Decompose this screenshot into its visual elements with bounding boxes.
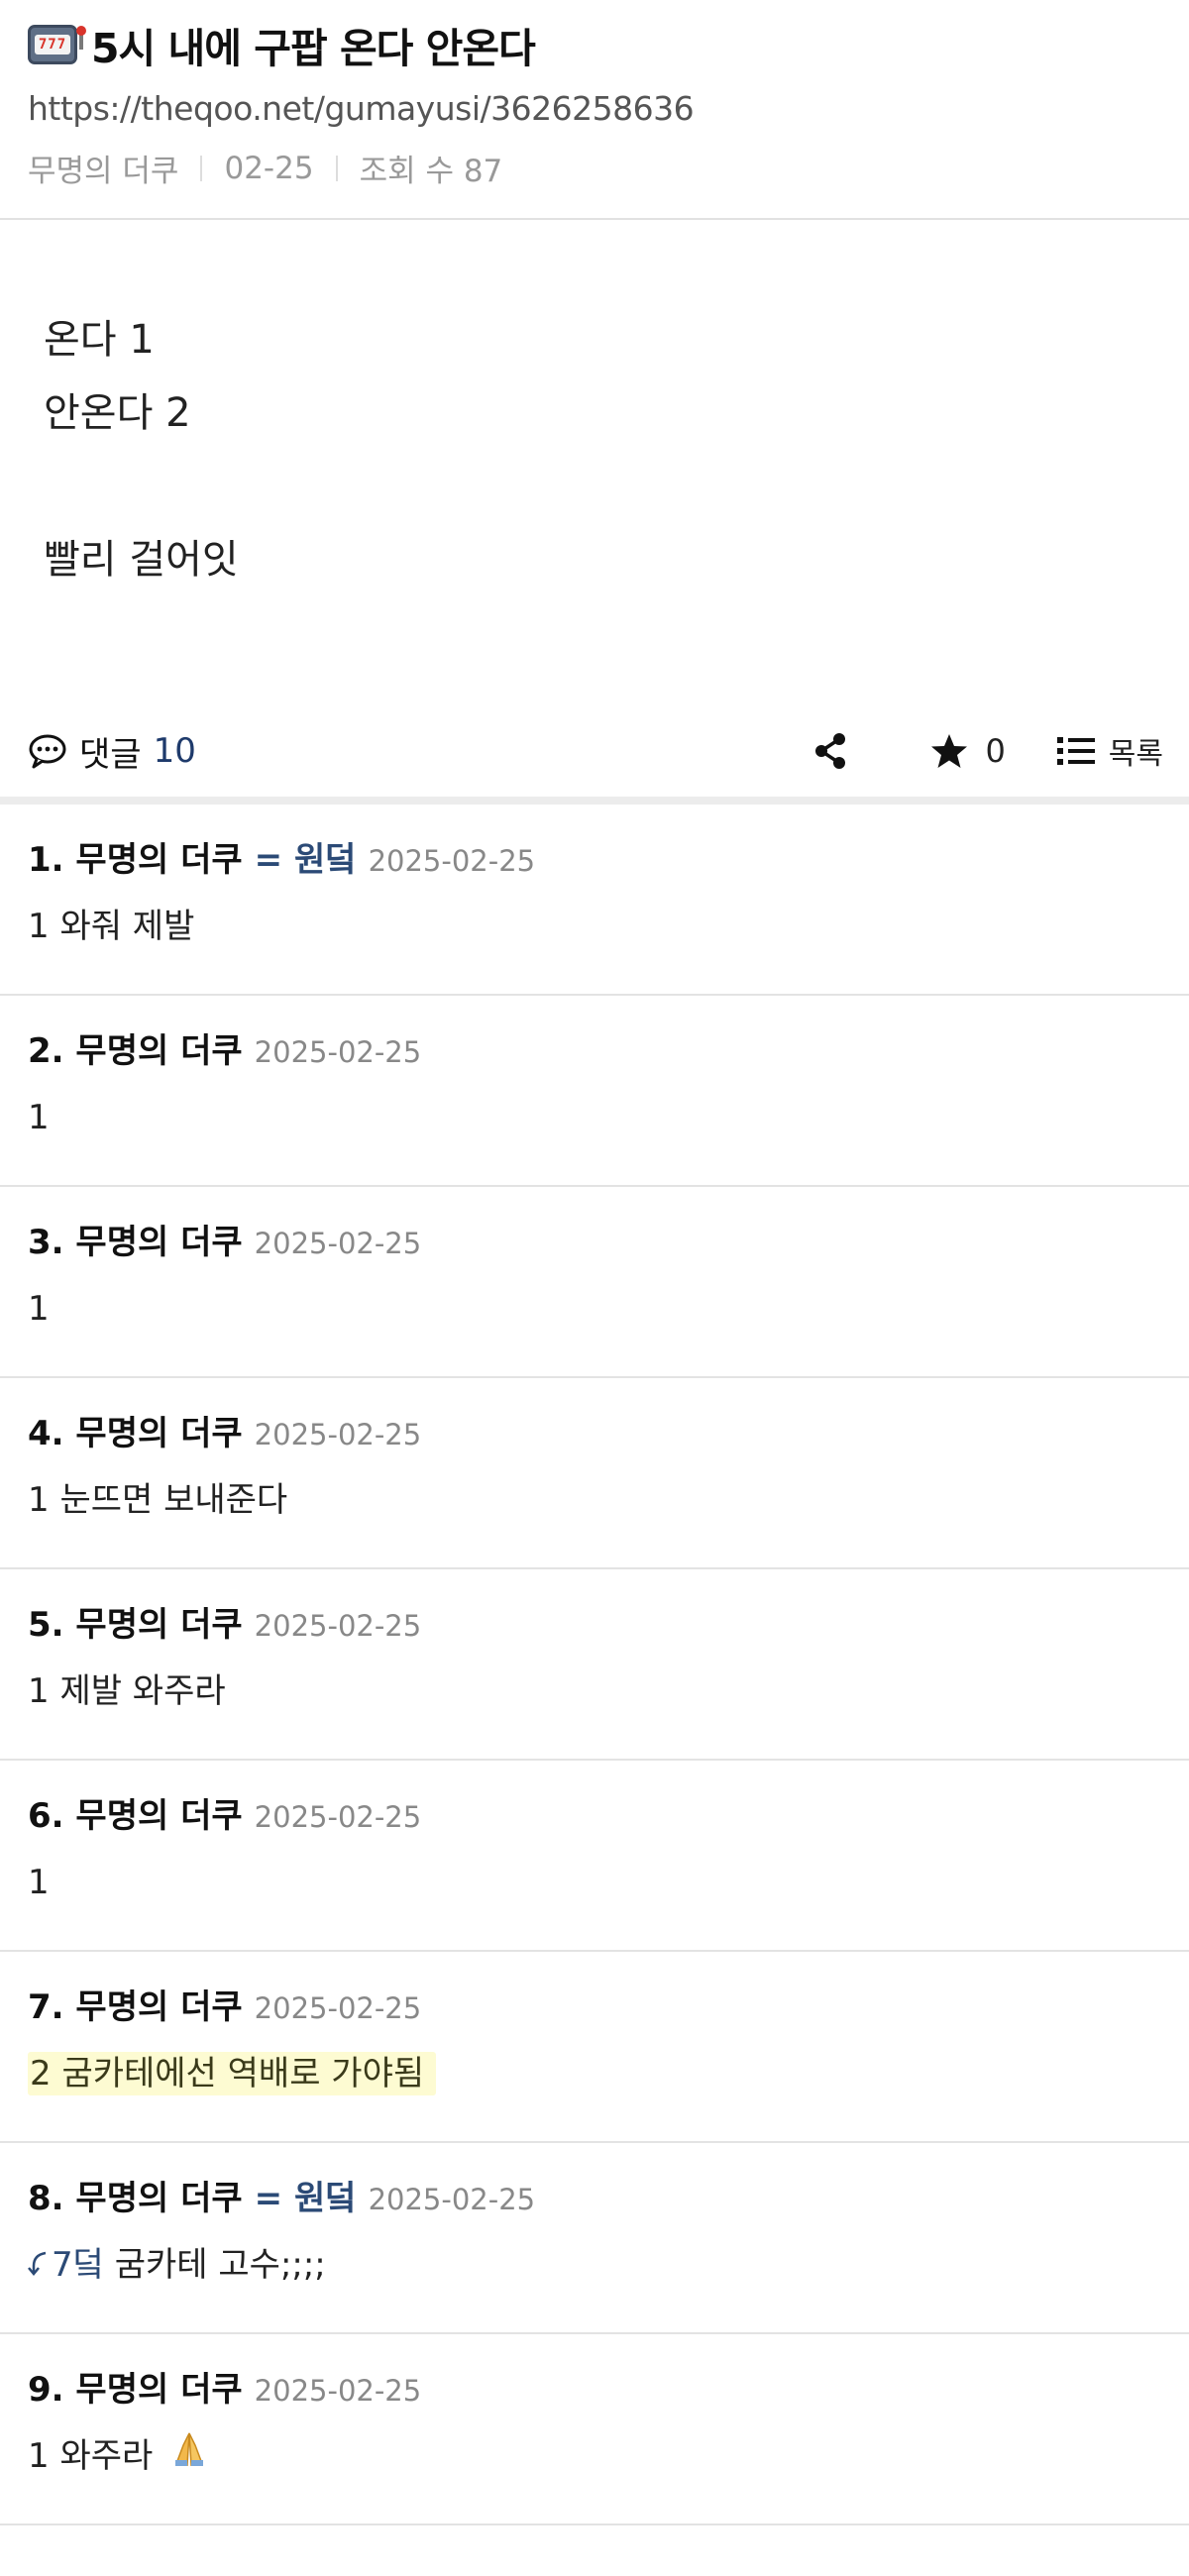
comment-number: 4. [28, 1414, 64, 1453]
star-button[interactable]: 0 [929, 732, 1006, 770]
comment-header: 8. 무명의 더쿠 = 원덬 2025-02-25 [28, 2171, 1161, 2224]
comment-item: 3. 무명의 더쿠 2025-02-25 1 [0, 1187, 1189, 1378]
comment-text-container: 2 굼카테에선 역배로 가야됨 [28, 2049, 1161, 2098]
post-author: 무명의 더쿠 [28, 154, 179, 189]
slot-machine-icon: 777 [28, 25, 86, 64]
comment-header: 5. 무명의 더쿠 2025-02-25 [28, 1597, 1161, 1651]
comment-header: 9. 무명의 더쿠 2025-02-25 [28, 2362, 1161, 2415]
comment-author: 무명의 더쿠 [75, 1223, 243, 1262]
comment-author: 무명의 더쿠 [75, 1796, 243, 1836]
comment-header: 1. 무명의 더쿠 = 원덬 2025-02-25 [28, 832, 1161, 886]
post-meta: 무명의 더쿠 02-25 조회 수 87 [28, 146, 1161, 190]
comment-date: 2025-02-25 [254, 1609, 422, 1643]
comment-author: 무명의 더쿠 [75, 2179, 243, 2218]
comment-item: 6. 무명의 더쿠 2025-02-25 1 [0, 1761, 1189, 1952]
comment-mention-link[interactable]: 7덬 [28, 2245, 104, 2285]
speech-bubble-icon [29, 734, 66, 769]
post-title: 5시 내에 구팝 온다 안온다 [91, 25, 536, 72]
comment-number: 1. [28, 840, 64, 880]
comments-label: 댓글 [79, 734, 142, 775]
comment-date: 2025-02-25 [254, 1418, 422, 1451]
comment-item: 4. 무명의 더쿠 2025-02-25 1 눈뜨면 보내준다 [0, 1378, 1189, 1569]
comment-text: 1 [28, 1289, 50, 1329]
comments-toggle[interactable]: 댓글 10 [28, 727, 196, 776]
comment-number: 7. [28, 1987, 64, 2027]
share-button[interactable] [812, 732, 848, 770]
reply-arrow-icon [28, 2251, 47, 2276]
comment-date: 2025-02-25 [368, 2183, 536, 2216]
comment-date: 2025-02-25 [368, 844, 536, 878]
comment-author: 무명의 더쿠 [75, 840, 243, 880]
comment-header: 6. 무명의 더쿠 2025-02-25 [28, 1788, 1161, 1842]
comments-count: 10 [153, 731, 196, 771]
comment-text: 1 와줘 제발 [28, 907, 195, 946]
post-actions-bar: 댓글 10 0 목록 [0, 705, 1189, 805]
post-views: 조회 수 87 [359, 154, 503, 189]
post-url[interactable]: https://theqoo.net/gumayusi/3626258636 [28, 89, 1161, 128]
share-icon [815, 733, 846, 769]
comment-text: 1 제발 와주라 [28, 1671, 226, 1711]
comment-date: 2025-02-25 [254, 1035, 422, 1069]
comment-header: 2. 무명의 더쿠 2025-02-25 [28, 1023, 1161, 1077]
comment-date: 2025-02-25 [254, 2374, 422, 2408]
star-count: 0 [985, 732, 1006, 770]
comment-number: 3. [28, 1223, 64, 1262]
comment-number: 2. [28, 1031, 64, 1071]
post-body-line: 빨리 걸어잇 [44, 537, 239, 583]
comment-text-container: 7덬 굼카테 고수;;;; [28, 2240, 1161, 2290]
comment-author: 무명의 더쿠 [75, 1031, 243, 1071]
comment-text: 1 눈뜨면 보내준다 [28, 1480, 288, 1520]
comment-item: 5. 무명의 더쿠 2025-02-25 1 제발 와주라 [0, 1569, 1189, 1761]
comment-text: 굼카테 고수;;;; [114, 2245, 326, 2285]
op-badge: = 원덬 [254, 840, 357, 880]
comment-header: 4. 무명의 더쿠 2025-02-25 [28, 1406, 1161, 1459]
comment-list: 1. 무명의 더쿠 = 원덬 2025-02-25 1 와줘 제발 2. 무명의… [0, 805, 1189, 2525]
comment-item: 7. 무명의 더쿠 2025-02-25 2 굼카테에선 역배로 가야됨 [0, 1952, 1189, 2143]
comment-header: 7. 무명의 더쿠 2025-02-25 [28, 1980, 1161, 2033]
comment-author: 무명의 더쿠 [75, 2370, 243, 2410]
meta-separator [200, 155, 203, 181]
meta-separator [335, 155, 338, 181]
comment-text: 1 [28, 1863, 50, 1902]
comment-date: 2025-02-25 [254, 1227, 422, 1260]
post-body-blank-line [44, 450, 1145, 523]
comment-number: 9. [28, 2370, 64, 2410]
comment-number: 8. [28, 2179, 64, 2218]
list-label: 목록 [1108, 737, 1163, 772]
comment-author: 무명의 더쿠 [75, 1987, 243, 2027]
title-row: 777 5시 내에 구팝 온다 안온다 [28, 14, 1161, 75]
post-date: 02-25 [224, 150, 314, 186]
comment-text: 1 와주라 [28, 2436, 154, 2476]
post-body-line: 온다 1 [44, 317, 155, 363]
list-button[interactable]: 목록 [1056, 729, 1163, 773]
post-body-line: 안온다 2 [44, 390, 191, 436]
comment-item: 1. 무명의 더쿠 = 원덬 2025-02-25 1 와줘 제발 [0, 805, 1189, 996]
mention-text: 7덬 [52, 2245, 104, 2285]
comment-author: 무명의 더쿠 [75, 1605, 243, 1645]
comment-header: 3. 무명의 더쿠 2025-02-25 [28, 1215, 1161, 1268]
comment-number: 5. [28, 1605, 64, 1645]
comment-author: 무명의 더쿠 [75, 1414, 243, 1453]
post-body: 온다 1 안온다 2 빨리 걸어잇 [0, 220, 1189, 705]
comment-item: 8. 무명의 더쿠 = 원덬 2025-02-25 7덬 굼카테 고수;;;; [0, 2143, 1189, 2334]
comment-date: 2025-02-25 [254, 1991, 422, 2025]
star-icon [931, 734, 968, 768]
highlighted-comment-text: 2 굼카테에선 역배로 가야됨 [28, 2052, 437, 2095]
praying-hands-icon [175, 2432, 204, 2467]
comment-text-container: 1 와주라 [28, 2431, 1161, 2481]
comment-item: 2. 무명의 더쿠 2025-02-25 1 [0, 996, 1189, 1187]
post-header: 777 5시 내에 구팝 온다 안온다 https://theqoo.net/g… [0, 0, 1189, 190]
comment-item: 9. 무명의 더쿠 2025-02-25 1 와주라 [0, 2334, 1189, 2525]
list-icon [1056, 737, 1095, 765]
comment-text: 1 [28, 1098, 50, 1137]
op-badge: = 원덬 [254, 2179, 357, 2218]
comment-number: 6. [28, 1796, 64, 1836]
comment-date: 2025-02-25 [254, 1800, 422, 1834]
